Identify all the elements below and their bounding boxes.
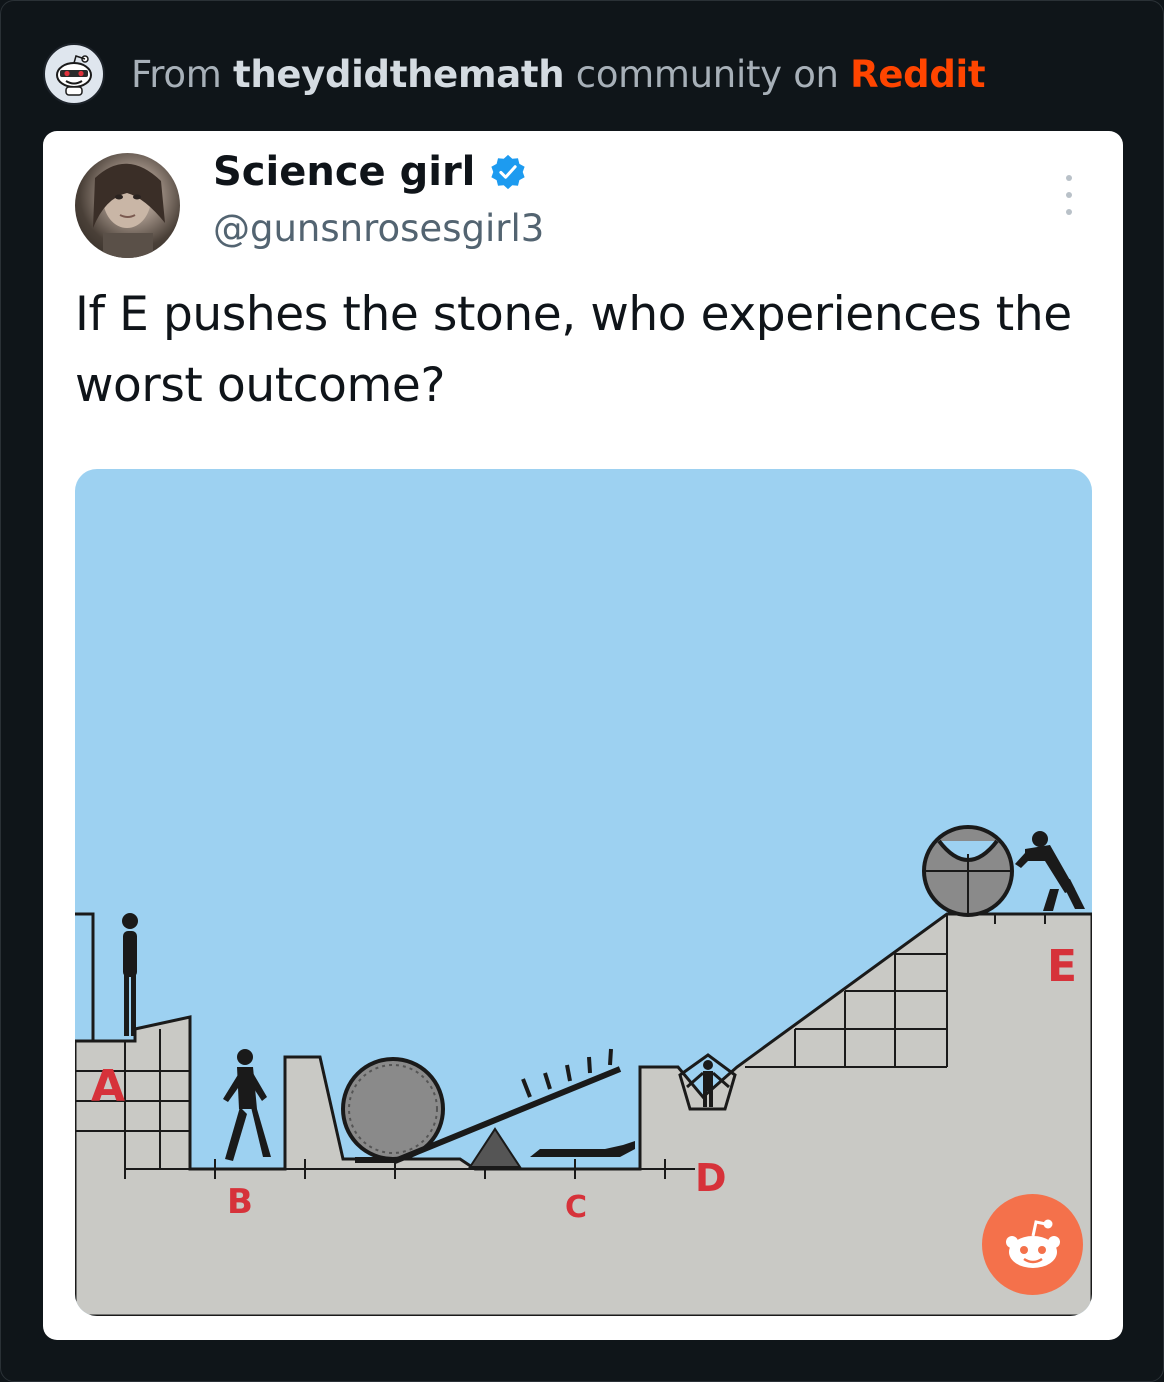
person-e <box>1015 831 1085 911</box>
ground-terrain <box>75 912 1092 1316</box>
platform-name[interactable]: Reddit <box>850 53 985 96</box>
person-b <box>223 1049 271 1161</box>
header-middle: community on <box>575 52 839 96</box>
puzzle-illustration[interactable]: A B C D E <box>75 469 1092 1316</box>
reddit-snoo-icon[interactable] <box>982 1194 1083 1295</box>
source-header: From theydidthemath community on Reddit <box>43 43 986 105</box>
tweet-card: Science girl @gunsnrosesgirl3 If E pushe… <box>43 131 1123 1340</box>
more-options-icon[interactable] <box>1059 175 1079 215</box>
snoo-avatar-icon[interactable] <box>43 43 105 105</box>
verified-badge-icon <box>491 154 526 190</box>
label-b: B <box>227 1182 253 1222</box>
seesaw-fulcrum <box>468 1127 522 1168</box>
label-c: C <box>565 1190 587 1225</box>
stone-disc-e <box>922 825 1014 917</box>
label-e: E <box>1047 941 1077 992</box>
author-handle[interactable]: @gunsnrosesgirl3 <box>213 207 544 250</box>
tweet-text: If E pushes the stone, who experiences t… <box>75 287 1072 413</box>
share-frame: From theydidthemath community on Reddit … <box>0 0 1164 1382</box>
label-a: A <box>91 1061 125 1112</box>
boulder <box>341 1057 445 1161</box>
community-name[interactable]: theydidthemath <box>233 53 565 96</box>
header-prefix: From <box>131 52 222 96</box>
author-name-row: Science girl <box>213 149 527 195</box>
person-c <box>530 1141 635 1157</box>
source-line: From theydidthemath community on Reddit <box>131 52 986 96</box>
author-name[interactable]: Science girl <box>213 149 475 195</box>
label-d: D <box>695 1156 727 1200</box>
person-a <box>122 913 138 1036</box>
author-avatar[interactable] <box>75 153 180 258</box>
